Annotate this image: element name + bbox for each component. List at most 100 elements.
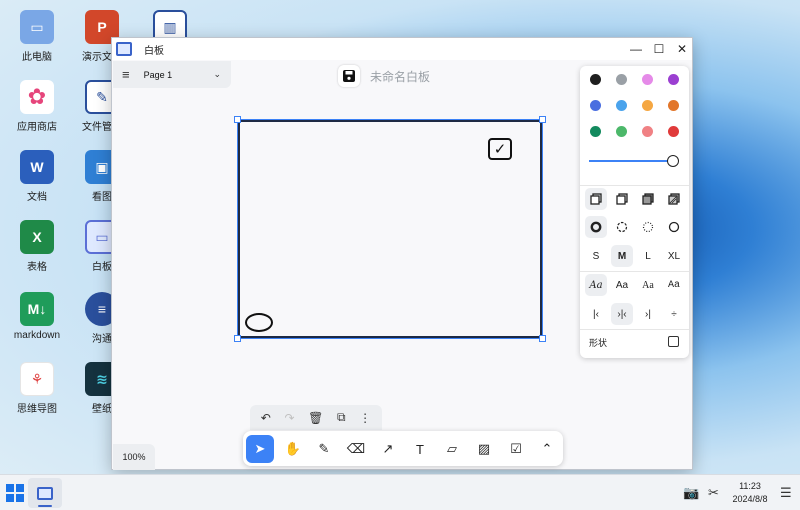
align-start-button[interactable]: |‹: [585, 303, 607, 325]
color-swatch-light-red[interactable]: [642, 126, 653, 137]
font-draw-button[interactable]: Aa: [585, 274, 607, 296]
mindmap-icon: ⚘: [20, 362, 54, 396]
fill-semi-icon: [616, 193, 628, 205]
page-selector[interactable]: ≡ Page 1 ⌄: [113, 61, 231, 88]
minimize-button[interactable]: —: [624, 38, 648, 60]
windows-logo-icon: [6, 484, 14, 492]
close-button[interactable]: ✕: [670, 38, 694, 60]
desktop-icon-label: 应用商店: [17, 122, 57, 133]
taskbar-whiteboard-app[interactable]: [28, 478, 62, 508]
scissors-icon[interactable]: ✂: [708, 485, 719, 501]
zoom-level[interactable]: 100%: [113, 444, 155, 470]
page-name: Page 1: [143, 69, 173, 80]
delete-icon[interactable]: 🗑: [308, 411, 323, 425]
size-m-button[interactable]: M: [611, 245, 633, 267]
desktop-icon-computer[interactable]: ▭ 此电脑: [2, 10, 72, 63]
fill-pattern-icon: [668, 193, 680, 205]
align-middle-button[interactable]: ›|‹: [611, 303, 633, 325]
color-swatch-orange[interactable]: [668, 100, 679, 111]
notification-menu-icon[interactable]: ☰: [780, 485, 792, 501]
font-mono-button[interactable]: Aa: [663, 274, 685, 296]
clock-date: 2024/8/8: [732, 494, 768, 504]
color-swatch-green[interactable]: [590, 126, 601, 137]
chevron-down-icon[interactable]: ⌄: [213, 69, 221, 80]
start-menu-button[interactable]: [6, 484, 24, 502]
resize-handle-bottom-left[interactable]: [234, 335, 241, 342]
text-tool[interactable]: T: [406, 435, 434, 463]
desktop-icon-word-doc[interactable]: W 文档: [2, 150, 72, 203]
opacity-slider-track[interactable]: [589, 160, 673, 162]
excel-sheet-icon: X: [20, 220, 54, 254]
dash-draw-button[interactable]: [585, 216, 607, 238]
align-vertical-button[interactable]: ÷: [663, 303, 685, 325]
more-tools-button[interactable]: ⌃: [533, 435, 561, 463]
hand-tool[interactable]: ✋: [279, 435, 307, 463]
desktop-icon-app-store[interactable]: ✿ 应用商店: [2, 80, 72, 133]
size-s-button[interactable]: S: [585, 245, 607, 267]
divider: [580, 185, 689, 186]
desktop-icon-markdown[interactable]: M↓ markdown: [2, 292, 72, 341]
desktop-icon-excel[interactable]: X 表格: [2, 220, 72, 273]
draw-tool[interactable]: ✎: [310, 435, 338, 463]
dash-dashed-icon: [616, 221, 628, 233]
color-swatch-black[interactable]: [590, 74, 601, 85]
fill-none-icon: [590, 193, 602, 205]
color-swatch-blue[interactable]: [590, 100, 601, 111]
save-icon: [343, 70, 355, 82]
color-swatch-red[interactable]: [668, 126, 679, 137]
desktop-icon-label: 沟通: [92, 334, 112, 345]
resize-handle-bottom-right[interactable]: [539, 335, 546, 342]
save-button[interactable]: [338, 65, 360, 87]
note-tool[interactable]: ▱: [438, 435, 466, 463]
document-name[interactable]: 未命名白板: [370, 68, 430, 85]
resize-handle-top-right[interactable]: [539, 116, 546, 123]
desktop-icon-label: 白板: [92, 262, 112, 273]
color-swatch-light-violet[interactable]: [642, 74, 653, 85]
select-tool[interactable]: ➤: [246, 435, 274, 463]
color-swatch-light-blue[interactable]: [616, 100, 627, 111]
geo-shape-label: 形状: [589, 338, 608, 348]
checkbox-shape[interactable]: ✓: [488, 138, 512, 160]
color-swatch-violet[interactable]: [668, 74, 679, 85]
desktop-icon-label: 此电脑: [22, 52, 52, 63]
font-serif-button[interactable]: Aa: [637, 274, 659, 296]
dash-solid-button[interactable]: [663, 216, 685, 238]
active-indicator: [38, 505, 52, 507]
fill-semi-button[interactable]: [611, 188, 633, 210]
geo-shape-picker[interactable]: [668, 336, 679, 347]
desktop-icon-label: 看图: [92, 192, 112, 203]
ellipse-shape[interactable]: [245, 313, 273, 332]
size-xl-button[interactable]: XL: [663, 245, 685, 267]
fill-none-button[interactable]: [585, 188, 607, 210]
menu-icon[interactable]: ≡: [122, 67, 130, 82]
redo-icon[interactable]: ↷: [284, 411, 294, 425]
style-panel: S M L XL Aa Aa Aa Aa |‹ ›|‹ ›| ÷ 形状: [580, 66, 689, 358]
maximize-button[interactable]: ☐: [647, 38, 671, 60]
fill-pattern-button[interactable]: [663, 188, 685, 210]
clock[interactable]: 11:23 2024/8/8: [729, 480, 771, 506]
more-options-icon[interactable]: ⋮: [359, 411, 371, 425]
image-tool[interactable]: ▨: [470, 435, 498, 463]
font-sans-button[interactable]: Aa: [611, 274, 633, 296]
undo-icon[interactable]: ↶: [261, 411, 271, 425]
eraser-tool[interactable]: ⌫: [342, 435, 370, 463]
resize-handle-top-left[interactable]: [234, 116, 241, 123]
camera-icon[interactable]: 📷: [683, 485, 699, 501]
arrow-tool[interactable]: ↗: [374, 435, 402, 463]
duplicate-icon[interactable]: ⧉: [337, 410, 346, 425]
opacity-slider-knob[interactable]: [667, 155, 679, 167]
color-swatch-yellow[interactable]: [642, 100, 653, 111]
dash-draw-icon: [590, 221, 602, 233]
dash-dotted-button[interactable]: [637, 216, 659, 238]
desktop-icon-mindmap[interactable]: ⚘ 思维导图: [2, 362, 72, 415]
checkbox-tool[interactable]: ☑: [502, 435, 530, 463]
color-swatch-grey[interactable]: [616, 74, 627, 85]
align-end-button[interactable]: ›|: [637, 303, 659, 325]
desktop-icon-label: 壁纸: [92, 404, 112, 415]
desktop-icon-label: 文档: [27, 192, 47, 203]
dash-dashed-button[interactable]: [611, 216, 633, 238]
app-store-icon: ✿: [20, 80, 54, 114]
fill-solid-button[interactable]: [637, 188, 659, 210]
color-swatch-light-green[interactable]: [616, 126, 627, 137]
size-l-button[interactable]: L: [637, 245, 659, 267]
